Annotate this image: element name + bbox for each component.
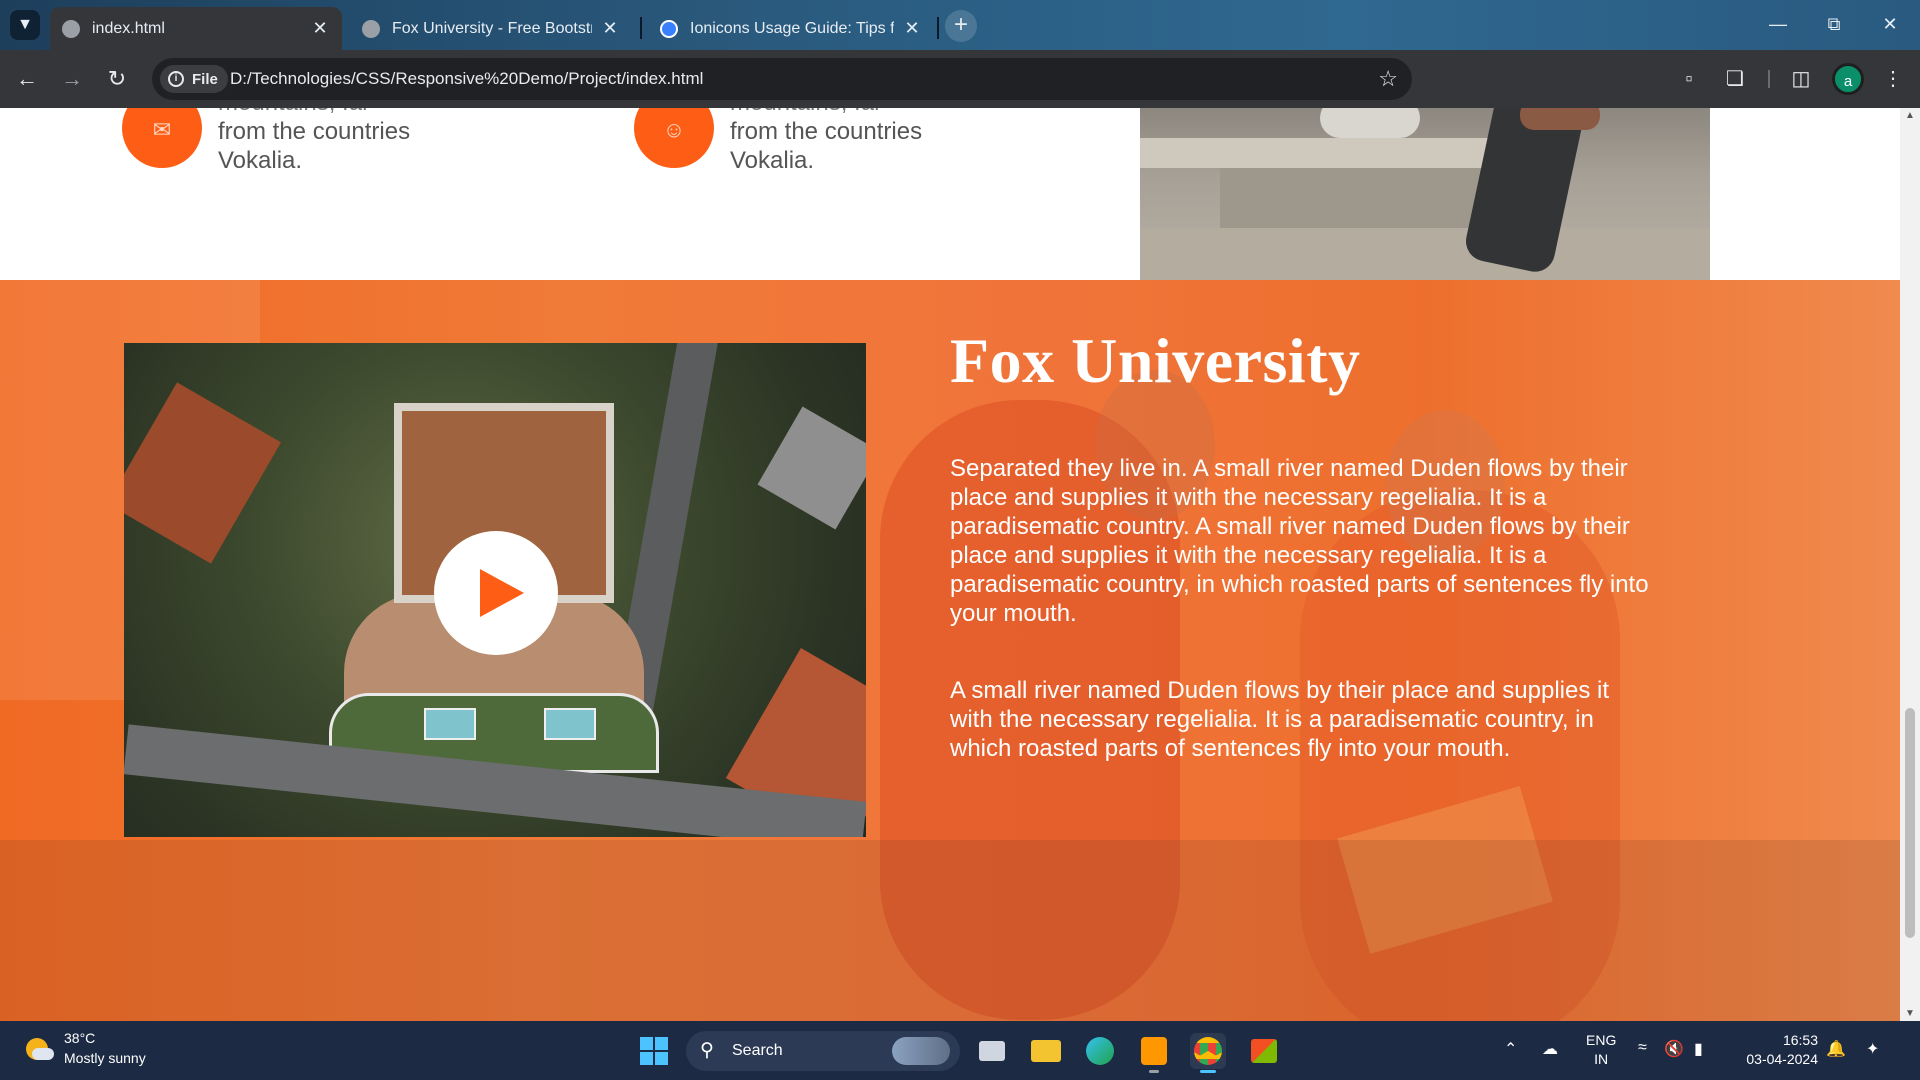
section-paragraph-1: Separated they live in. A small river na… bbox=[950, 455, 1649, 627]
close-window-button[interactable]: ✕ bbox=[1870, 10, 1910, 40]
menu-kebab-icon[interactable]: ⋮ bbox=[1878, 64, 1908, 94]
region-code: IN bbox=[1594, 1051, 1609, 1067]
feature-text-line: Vokalia. bbox=[730, 147, 815, 174]
people-icon: ☺ bbox=[634, 108, 714, 168]
taskbar-search[interactable]: ⚲ Search bbox=[686, 1031, 960, 1071]
scroll-thumb[interactable] bbox=[1905, 708, 1915, 938]
fox-university-section: Fox University Separated they live in. A… bbox=[0, 280, 1900, 1021]
speaker-muted-icon[interactable]: 🔇 bbox=[1664, 1039, 1684, 1059]
chevron-up-icon[interactable]: ⌃ bbox=[1504, 1039, 1517, 1059]
feature-text: mountains, far from the countries Vokali… bbox=[730, 108, 990, 175]
minimize-button[interactable]: — bbox=[1758, 10, 1798, 40]
reload-button[interactable]: ↻ bbox=[100, 62, 134, 96]
onedrive-offline-icon[interactable]: ☁ bbox=[1542, 1039, 1558, 1059]
tab-fox-university[interactable]: Fox University - Free Bootstrap ✕ bbox=[350, 7, 632, 50]
notification-bell-icon[interactable]: 🔔 bbox=[1826, 1039, 1846, 1059]
side-panel-icon[interactable]: ◫ bbox=[1786, 64, 1816, 94]
close-tab-icon[interactable]: ✕ bbox=[600, 18, 620, 39]
windows-taskbar: 38°C Mostly sunny ⚲ Search ⌃ ☁ ENG IN ≈ … bbox=[0, 1021, 1920, 1080]
close-tab-icon[interactable]: ✕ bbox=[310, 18, 330, 39]
search-highlight-icon bbox=[892, 1037, 950, 1065]
back-button[interactable]: ← bbox=[10, 62, 44, 96]
weather-temp[interactable]: 38°C bbox=[64, 1030, 95, 1046]
play-icon bbox=[480, 569, 524, 617]
section-title: Fox University bbox=[950, 325, 1361, 396]
feature-text: mountains, far from the countries Vokali… bbox=[218, 108, 478, 175]
scroll-down-icon[interactable]: ▼ bbox=[1903, 1008, 1917, 1019]
url-text[interactable]: D:/Technologies/CSS/Responsive%20Demo/Pr… bbox=[230, 69, 703, 89]
student-on-steps-photo bbox=[1140, 108, 1710, 280]
site-info-chip[interactable]: i File bbox=[160, 65, 228, 93]
feature-text-line: Vokalia. bbox=[218, 147, 303, 174]
globe-icon bbox=[362, 19, 380, 38]
tab-title: Fox University - Free Bootstrap bbox=[392, 19, 592, 37]
handshake-icon: ✉ bbox=[122, 108, 202, 168]
scroll-up-icon[interactable]: ▲ bbox=[1903, 110, 1917, 121]
battery-icon[interactable]: ▮ bbox=[1694, 1039, 1703, 1059]
ionic-icon bbox=[660, 19, 678, 38]
copilot-icon[interactable]: ✦ bbox=[1866, 1039, 1879, 1059]
tab-strip: ▼ index.html ✕ Fox University - Free Boo… bbox=[0, 0, 1920, 50]
clock[interactable]: 16:53 03-04-2024 bbox=[1734, 1031, 1818, 1069]
restore-button[interactable]: ⧉ bbox=[1814, 10, 1854, 40]
task-view-icon[interactable] bbox=[974, 1033, 1010, 1069]
campus-video-thumbnail[interactable] bbox=[124, 343, 866, 837]
profile-avatar[interactable]: a bbox=[1832, 63, 1864, 95]
feature-text-line: from the countries bbox=[730, 118, 923, 145]
site-chip-label: File bbox=[192, 70, 218, 88]
tab-title: index.html bbox=[92, 19, 165, 37]
wifi-icon[interactable]: ≈ bbox=[1638, 1039, 1647, 1057]
tab-title: Ionicons Usage Guide: Tips for bbox=[690, 19, 894, 37]
file-explorer-icon[interactable] bbox=[1028, 1033, 1064, 1069]
new-tab-button[interactable]: + bbox=[945, 10, 977, 42]
language-indicator[interactable]: ENG IN bbox=[1586, 1031, 1616, 1069]
tab-divider bbox=[937, 17, 939, 39]
edge-browser-icon[interactable] bbox=[1082, 1033, 1118, 1069]
section-paragraph-2: A small river named Duden flows by their… bbox=[950, 677, 1609, 762]
page-scrollbar[interactable]: ▲ ▼ bbox=[1900, 108, 1920, 1021]
tab-index-html[interactable]: index.html ✕ bbox=[50, 7, 342, 50]
info-icon: i bbox=[168, 71, 184, 87]
feature-text-line: mountains, far bbox=[730, 108, 990, 117]
clock-time: 16:53 bbox=[1782, 1032, 1818, 1048]
forward-button[interactable]: → bbox=[55, 62, 89, 96]
chrome-icon[interactable] bbox=[1190, 1033, 1226, 1073]
extensions-puzzle-icon[interactable]: ❏ bbox=[1720, 64, 1750, 94]
address-bar[interactable]: i File D:/Technologies/CSS/Responsive%20… bbox=[152, 58, 1412, 100]
play-button[interactable] bbox=[434, 531, 558, 655]
feature-text-line: from the countries bbox=[218, 118, 411, 145]
microsoft-store-icon[interactable] bbox=[1246, 1033, 1282, 1069]
weather-condition[interactable]: Mostly sunny bbox=[64, 1050, 146, 1066]
globe-icon bbox=[62, 19, 80, 38]
close-tab-icon[interactable]: ✕ bbox=[902, 18, 922, 39]
search-icon: ⚲ bbox=[700, 1040, 714, 1061]
sublime-text-icon[interactable] bbox=[1136, 1033, 1172, 1073]
clock-date: 03-04-2024 bbox=[1746, 1051, 1818, 1067]
tab-divider bbox=[640, 17, 642, 39]
search-label: Search bbox=[732, 1042, 783, 1059]
weather-icon[interactable] bbox=[26, 1036, 54, 1064]
windows-start-icon[interactable] bbox=[640, 1037, 668, 1065]
page-viewport: ✉ mountains, far from the countries Voka… bbox=[0, 108, 1900, 1021]
background-shade bbox=[0, 840, 1900, 1021]
language-code: ENG bbox=[1586, 1032, 1617, 1048]
tab-ionicons-guide[interactable]: Ionicons Usage Guide: Tips for ✕ bbox=[648, 7, 934, 50]
bookmark-star-icon[interactable]: ☆ bbox=[1378, 66, 1398, 92]
toolbar-divider bbox=[1768, 70, 1770, 88]
chevron-down-icon: ▼ bbox=[17, 16, 33, 33]
feature-text-line: mountains, far bbox=[218, 108, 478, 117]
extension-doc-icon[interactable]: ▫ bbox=[1674, 64, 1704, 94]
browser-toolbar: ← → ↻ i File D:/Technologies/CSS/Respons… bbox=[0, 50, 1920, 108]
tab-search-button[interactable]: ▼ bbox=[10, 10, 40, 40]
